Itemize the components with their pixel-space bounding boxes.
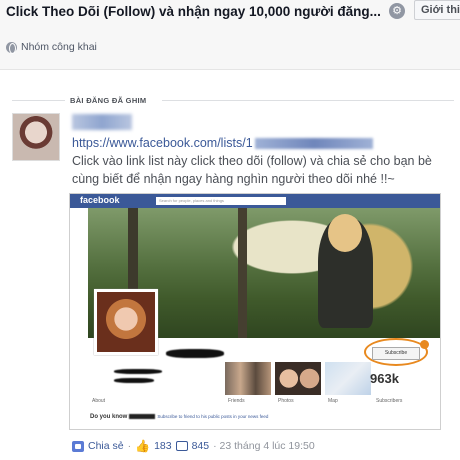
post-text: Click vào link list này click theo dõi (… bbox=[72, 154, 432, 186]
fb-search-input: Search for people, places and things bbox=[156, 197, 286, 205]
divider bbox=[162, 100, 454, 101]
group-privacy-label: Nhóm công khai bbox=[21, 41, 97, 53]
like-icon[interactable]: 👍 bbox=[135, 440, 150, 452]
share-link[interactable]: Chia sẻ bbox=[88, 440, 124, 452]
do-you-know-label: Do you know bbox=[90, 414, 128, 421]
divider bbox=[12, 100, 65, 101]
highlight-arrow bbox=[420, 340, 429, 349]
intro-button[interactable]: Giới thi bbox=[414, 0, 460, 20]
author-name-redacted[interactable] bbox=[72, 114, 132, 130]
map-thumbnail bbox=[325, 362, 371, 395]
post-link-redacted[interactable] bbox=[254, 138, 373, 150]
pinned-post-label: BÀI ĐĂNG ĐÃ GHIM bbox=[70, 96, 147, 105]
post-link[interactable]: https://www.facebook.com/lists/1 bbox=[72, 136, 373, 150]
subscriber-count: 963k bbox=[370, 371, 399, 386]
group-privacy: Nhóm công khai bbox=[6, 41, 97, 54]
gear-icon[interactable]: ⚙ bbox=[389, 3, 405, 19]
tree bbox=[238, 208, 247, 338]
separator: · bbox=[127, 440, 132, 452]
tab-subscribers: Subscribers bbox=[376, 398, 403, 404]
do-you-know-text: Subscribe to friend to his public posts … bbox=[157, 414, 269, 420]
tab-photos: Photos bbox=[278, 398, 294, 404]
fb-logo: facebook bbox=[80, 195, 120, 205]
photos-thumbnail bbox=[275, 362, 321, 395]
redacted-name bbox=[166, 349, 224, 358]
person-head bbox=[328, 214, 362, 252]
post-link-prefix[interactable]: https://www.facebook.com/lists/ bbox=[72, 136, 246, 150]
post-timestamp[interactable]: · 23 tháng 4 lúc 19:50 bbox=[213, 440, 315, 452]
group-header: Click Theo Dõi (Follow) và nhận ngay 10,… bbox=[0, 0, 460, 70]
tab-about: About bbox=[92, 398, 106, 404]
subscribe-button: Subscribe bbox=[372, 347, 420, 360]
redacted-name bbox=[129, 414, 156, 419]
post-image[interactable]: facebook Search for people, places and t… bbox=[69, 193, 441, 430]
fb-top-bar: facebook Search for people, places and t… bbox=[70, 194, 440, 208]
author-avatar[interactable] bbox=[12, 113, 60, 161]
redacted-info bbox=[114, 378, 154, 383]
post-footer: Chia sẻ · 👍 183 845 · 23 tháng 4 lúc 19:… bbox=[72, 440, 315, 452]
do-you-know-bar: Do you know Subscribe to friend to his pu… bbox=[90, 414, 268, 420]
globe-icon bbox=[6, 41, 17, 54]
friends-thumbnail bbox=[225, 362, 271, 395]
comment-icon[interactable] bbox=[175, 441, 188, 451]
profile-picture bbox=[94, 289, 158, 355]
post-link-suffix[interactable]: 1 bbox=[246, 136, 253, 150]
tab-map: Map bbox=[328, 398, 338, 404]
group-title[interactable]: Click Theo Dõi (Follow) và nhận ngay 10,… bbox=[6, 4, 386, 19]
comment-count[interactable]: 845 bbox=[192, 440, 210, 452]
share-icon[interactable] bbox=[72, 440, 84, 452]
tab-friends: Friends bbox=[228, 398, 245, 404]
like-count[interactable]: 183 bbox=[154, 440, 172, 452]
redacted-info bbox=[114, 369, 162, 374]
